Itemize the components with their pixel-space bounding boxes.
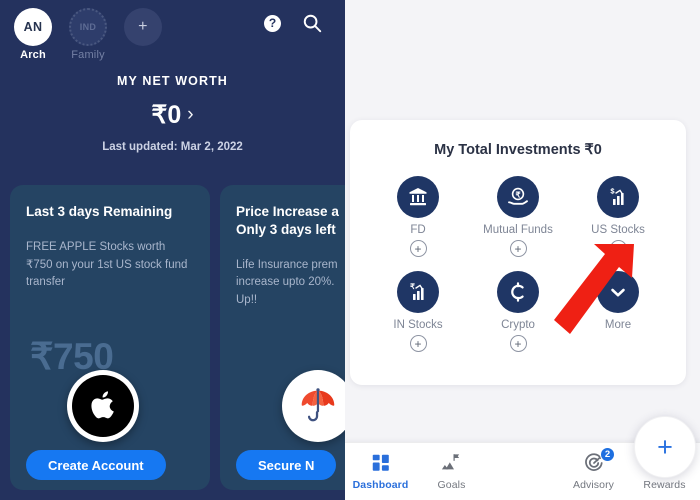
svg-text:$: $ bbox=[610, 187, 615, 196]
svg-text:₹: ₹ bbox=[515, 190, 520, 199]
investment-option-more[interactable]: More bbox=[568, 271, 668, 352]
net-worth-block: MY NET WORTH ₹0 › Last updated: Mar 2, 2… bbox=[0, 74, 345, 153]
profile-switcher: AN Arch IND Family + bbox=[10, 8, 166, 61]
promo-title: Last 3 days Remaining bbox=[26, 204, 173, 219]
profile-arch[interactable]: AN Arch bbox=[10, 8, 56, 61]
plus-glyph: + bbox=[138, 18, 148, 35]
promo-carousel[interactable]: Last 3 days Remaining FREE APPLE Stocks … bbox=[0, 185, 345, 500]
apple-logo-icon bbox=[72, 375, 134, 437]
status-badge: 2 bbox=[600, 447, 615, 462]
right-app-panel: My Total Investments ₹0 FD + ₹ Mutual Fu… bbox=[345, 0, 700, 500]
avatar-initials: IND bbox=[79, 22, 97, 32]
profile-family[interactable]: IND Family bbox=[65, 8, 111, 61]
option-label: FD bbox=[410, 224, 426, 236]
chevron-down-icon[interactable] bbox=[597, 271, 639, 313]
option-label: US Stocks bbox=[591, 224, 645, 236]
investment-option-crypto[interactable]: Crypto + bbox=[468, 271, 568, 352]
mountain-flag-icon bbox=[441, 452, 463, 474]
option-label: IN Stocks bbox=[393, 319, 443, 331]
left-header: AN Arch IND Family + ? MY NET WORTH ₹0 ›… bbox=[0, 0, 345, 190]
avatar-initials: AN bbox=[23, 20, 43, 34]
nav-item-advisory[interactable]: Advisory 2 bbox=[558, 443, 629, 491]
crypto-coin-icon[interactable] bbox=[497, 271, 539, 313]
add-us-stocks-button[interactable]: + bbox=[609, 240, 627, 257]
investment-option-mutual-funds[interactable]: ₹ Mutual Funds + bbox=[468, 176, 568, 257]
svg-text:₹: ₹ bbox=[410, 282, 415, 291]
promo-subtitle: Life Insurance prem increase upto 20%. U… bbox=[236, 258, 338, 307]
help-icon[interactable]: ? bbox=[264, 14, 281, 32]
promo-card-insurance[interactable]: Price Increase a Only 3 days left Life I… bbox=[220, 185, 345, 490]
promo-subtitle: FREE APPLE Stocks worth ₹750 on your 1st… bbox=[26, 240, 188, 289]
umbrella-icon bbox=[301, 388, 335, 422]
plus-icon[interactable]: + bbox=[124, 8, 162, 46]
rupee-hand-icon[interactable]: ₹ bbox=[497, 176, 539, 218]
profile-label: Arch bbox=[20, 49, 46, 61]
option-label: Mutual Funds bbox=[483, 224, 553, 236]
avatar[interactable]: AN bbox=[14, 8, 52, 46]
left-app-panel: AN Arch IND Family + ? MY NET WORTH ₹0 ›… bbox=[0, 0, 345, 500]
search-icon[interactable] bbox=[301, 12, 323, 34]
dollar-chart-icon[interactable]: $ bbox=[597, 176, 639, 218]
add-crypto-button[interactable]: + bbox=[509, 335, 527, 352]
net-worth-amount: ₹0 bbox=[151, 101, 182, 129]
add-in-stocks-button[interactable]: + bbox=[409, 335, 427, 352]
last-updated-text: Last updated: Mar 2, 2022 bbox=[102, 141, 243, 153]
option-label: Crypto bbox=[501, 319, 535, 331]
nav-label: Goals bbox=[437, 479, 466, 491]
investment-option-in-stocks[interactable]: ₹ IN Stocks + bbox=[368, 271, 468, 352]
page-title: MY NET WORTH bbox=[117, 74, 228, 88]
bottom-navigation: Dashboard Goals + Advisory 2 Rewards bbox=[345, 416, 700, 500]
promo-title: Price Increase a Only 3 days left bbox=[236, 204, 339, 237]
chevron-right-icon: › bbox=[187, 104, 194, 125]
umbrella-badge bbox=[282, 370, 345, 442]
nav-label: Advisory bbox=[572, 479, 615, 491]
investment-options-grid: FD + ₹ Mutual Funds + $ US Stocks + ₹ IN… bbox=[350, 176, 686, 352]
plus-icon: + bbox=[657, 431, 673, 462]
nav-label: Rewards bbox=[643, 479, 686, 491]
promo-card-apple[interactable]: Last 3 days Remaining FREE APPLE Stocks … bbox=[10, 185, 210, 490]
help-glyph: ? bbox=[268, 16, 277, 30]
header-actions: ? bbox=[264, 12, 323, 34]
create-account-button[interactable]: Create Account bbox=[26, 450, 166, 480]
apple-logo-badge bbox=[67, 370, 139, 442]
nav-label: Dashboard bbox=[352, 479, 409, 491]
add-mutual-funds-button[interactable]: + bbox=[509, 240, 527, 257]
total-investments-card: My Total Investments ₹0 FD + ₹ Mutual Fu… bbox=[350, 120, 686, 385]
avatar-family-group-icon[interactable]: IND bbox=[69, 8, 107, 46]
add-fab[interactable]: + bbox=[634, 416, 696, 478]
net-worth-value-row[interactable]: ₹0 › bbox=[0, 100, 345, 130]
grid-dashboard-icon bbox=[370, 452, 392, 474]
investment-option-us-stocks[interactable]: $ US Stocks + bbox=[568, 176, 668, 257]
investment-option-fd[interactable]: FD + bbox=[368, 176, 468, 257]
add-fd-button[interactable]: + bbox=[409, 240, 427, 257]
secure-now-button[interactable]: Secure N bbox=[236, 450, 337, 480]
investments-title: My Total Investments ₹0 bbox=[434, 142, 602, 158]
profile-add[interactable]: + bbox=[120, 8, 166, 46]
profile-label: Family bbox=[71, 49, 105, 61]
rupee-chart-icon[interactable]: ₹ bbox=[397, 271, 439, 313]
nav-fab-slot: + bbox=[487, 416, 696, 478]
bank-icon[interactable] bbox=[397, 176, 439, 218]
nav-item-dashboard[interactable]: Dashboard bbox=[345, 443, 416, 491]
nav-item-goals[interactable]: Goals bbox=[416, 443, 487, 491]
option-label: More bbox=[604, 319, 632, 331]
app-root: AN Arch IND Family + ? MY NET WORTH ₹0 ›… bbox=[0, 0, 700, 500]
